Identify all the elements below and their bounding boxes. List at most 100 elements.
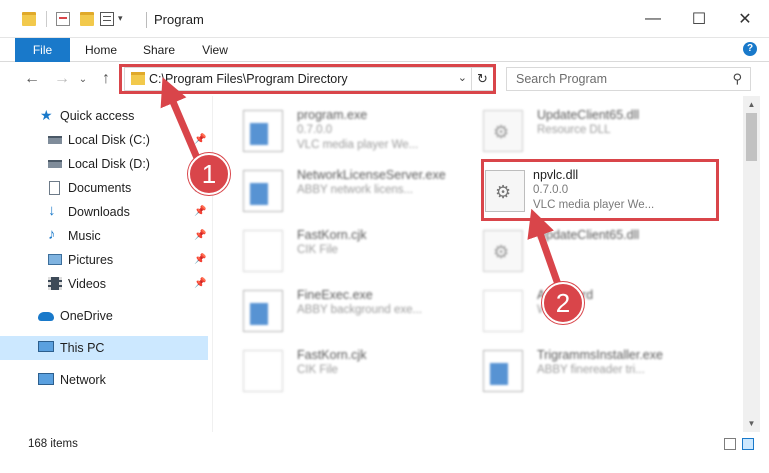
computer-icon — [38, 341, 54, 352]
dll-icon: ⚙ — [485, 170, 525, 212]
pin-icon[interactable]: 📌 — [194, 206, 206, 217]
file-name: FastKorn.cjk — [297, 348, 367, 362]
sidebar-item-downloads[interactable]: ↓ Downloads 📌 — [0, 200, 208, 224]
large-icons-view-icon[interactable] — [742, 438, 754, 450]
navigation-pane: ★ Quick access Local Disk (C:) 📌 Local D… — [0, 96, 212, 432]
tab-share[interactable]: Share — [136, 38, 182, 62]
refresh-button[interactable]: ↻ — [471, 68, 493, 90]
address-bar-row: ← → ⌄ ↑ C:\Program Files\Program Directo… — [0, 62, 769, 96]
file-description: VLC media player We... — [533, 199, 655, 211]
file-description: ABBY finereader tri... — [537, 364, 645, 376]
doc-icon — [243, 230, 283, 272]
file-item-areaword[interactable]: AreaWord W... — [463, 282, 703, 340]
quick-access-divider — [46, 11, 47, 27]
sidebar-item-quick-access[interactable]: ★ Quick access — [0, 104, 208, 128]
forward-button[interactable]: → — [52, 68, 72, 90]
scroll-down-arrow[interactable]: ▼ — [743, 415, 760, 432]
sidebar-item-label: Quick access — [60, 109, 135, 123]
search-icon[interactable]: ⚲ — [732, 71, 742, 87]
file-version: 0.7.0.0 — [533, 184, 569, 196]
scroll-thumb[interactable] — [746, 113, 757, 161]
sidebar-item-label: Music — [68, 229, 101, 243]
address-dropdown-icon[interactable]: ⌄ — [458, 71, 467, 84]
sidebar-item-onedrive[interactable]: OneDrive — [0, 304, 208, 328]
file-item-fastkorn-cjk-2[interactable]: FastKorn.cjk CIK File — [223, 342, 463, 400]
sidebar-item-label: Pictures — [68, 253, 114, 267]
file-name: TrigrammsInstaller.exe — [537, 348, 663, 362]
sidebar-item-videos[interactable]: Videos 📌 — [0, 272, 208, 296]
sidebar-item-label: Downloads — [68, 205, 130, 219]
sidebar-item-documents[interactable]: Documents 📌 — [0, 176, 208, 200]
exe-icon — [243, 110, 283, 152]
pin-icon[interactable]: 📌 — [194, 254, 206, 265]
vertical-scrollbar[interactable]: ▲ ▼ — [743, 96, 760, 432]
sidebar-item-music[interactable]: ♪ Music 📌 — [0, 224, 208, 248]
ribbon-tabs: File Home Share View ? — [0, 38, 769, 62]
videos-icon — [48, 277, 62, 290]
status-bar: 168 items — [0, 432, 769, 473]
folder-icon — [22, 12, 36, 26]
recent-locations-button[interactable]: ⌄ — [76, 68, 90, 90]
file-item-updateclient65-dll-2[interactable]: ⚙ UpdateClient65.dll — [463, 222, 703, 280]
chevron-down-icon[interactable]: ▾ — [118, 13, 132, 27]
step-1-badge: 1 — [188, 153, 230, 195]
file-description: ABBY network licens... — [297, 184, 414, 196]
exe-icon — [243, 290, 283, 332]
details-view-icon[interactable] — [724, 438, 736, 450]
tab-view[interactable]: View — [192, 38, 238, 62]
search-box[interactable]: Search Program ⚲ — [506, 67, 751, 91]
address-bar[interactable]: C:\Program Files\Program Directory ⌄ ↻ — [124, 67, 494, 91]
sidebar-item-network[interactable]: Network — [0, 368, 208, 392]
address-path[interactable]: C:\Program Files\Program Directory — [149, 72, 348, 86]
file-item-fineexec-exe[interactable]: FineExec.exe ABBY background exe... — [223, 282, 463, 340]
sidebar-item-local-disk-d[interactable]: Local Disk (D:) 📌 — [0, 152, 208, 176]
file-name: program.exe — [297, 108, 368, 122]
file-name: npvlc.dll — [533, 168, 579, 182]
sidebar-item-local-disk-c[interactable]: Local Disk (C:) 📌 — [0, 128, 208, 152]
network-icon — [38, 373, 54, 385]
tab-file[interactable]: File — [15, 38, 70, 62]
file-item-networklicenseserver-exe[interactable]: NetworkLicenseServer.exe ABBY network li… — [223, 162, 463, 220]
file-type: CIK File — [297, 364, 338, 376]
pin-icon[interactable]: 📌 — [194, 278, 206, 289]
doc-icon — [483, 290, 523, 332]
file-item-npvlc-dll[interactable]: ⚙ npvlc.dll 0.7.0.0 VLC media player We.… — [471, 162, 701, 220]
sidebar-item-label: Local Disk (D:) — [68, 157, 150, 171]
file-item-fastkorn-cjk[interactable]: FastKorn.cjk CIK File — [223, 222, 463, 280]
tab-home[interactable]: Home — [78, 38, 124, 62]
title-bar: ▾ Program — ☐ ✕ — [0, 0, 769, 38]
pictures-icon — [48, 254, 62, 265]
new-folder-icon[interactable] — [80, 12, 94, 26]
sidebar-item-label: Network — [60, 373, 106, 387]
sidebar-item-this-pc[interactable]: This PC — [0, 336, 208, 360]
up-button[interactable]: ↑ — [96, 68, 116, 90]
sidebar-item-label: Documents — [68, 181, 132, 195]
back-button[interactable]: ← — [22, 68, 42, 90]
help-icon[interactable]: ? — [743, 42, 757, 56]
customize-toolbar-icon[interactable] — [100, 12, 114, 26]
properties-icon[interactable] — [56, 12, 70, 26]
file-item-trigrammsinstaller-exe[interactable]: TrigrammsInstaller.exe ABBY finereader t… — [463, 342, 703, 400]
sidebar-item-pictures[interactable]: Pictures 📌 — [0, 248, 208, 272]
window-title: Program — [154, 12, 204, 27]
file-name: NetworkLicenseServer.exe — [297, 168, 446, 182]
file-item-updateclient65-dll[interactable]: ⚙ UpdateClient65.dll Resource DLL — [463, 102, 703, 160]
pin-icon[interactable]: 📌 — [194, 230, 206, 241]
cloud-icon — [38, 312, 54, 321]
minimize-button[interactable]: — — [630, 0, 676, 38]
file-item-program-exe[interactable]: program.exe 0.7.0.0 VLC media player We.… — [223, 102, 463, 160]
file-description: VLC media player We... — [297, 139, 419, 151]
sidebar-item-label: Local Disk (C:) — [68, 133, 150, 147]
doc-icon — [243, 350, 283, 392]
item-count: 168 items — [28, 438, 78, 450]
file-name: FastKorn.cjk — [297, 228, 367, 242]
file-type: Resource DLL — [537, 124, 611, 136]
scroll-up-arrow[interactable]: ▲ — [743, 96, 760, 113]
pin-icon[interactable]: 📌 — [194, 134, 206, 145]
file-name: UpdateClient65.dll — [537, 228, 640, 242]
maximize-button[interactable]: ☐ — [676, 0, 722, 38]
exe-icon — [483, 350, 523, 392]
close-button[interactable]: ✕ — [722, 0, 768, 38]
drive-icon — [48, 160, 62, 168]
search-input[interactable]: Search Program — [516, 72, 607, 86]
